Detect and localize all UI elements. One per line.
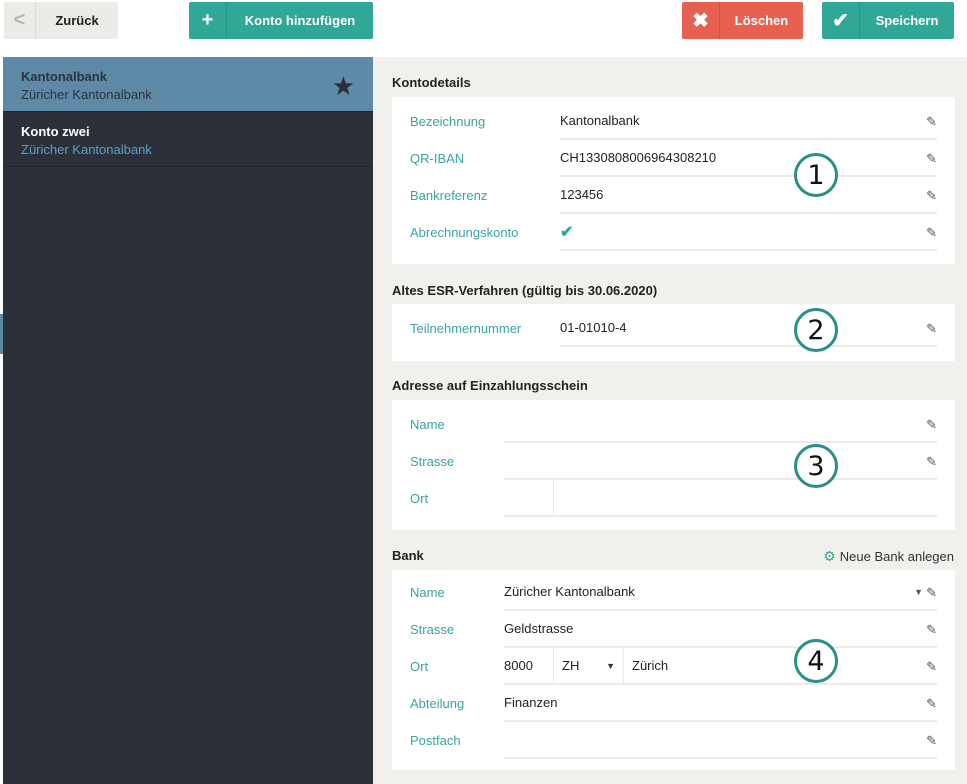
- checkmark-icon: ✔: [822, 2, 860, 39]
- bank-canton-select[interactable]: ZH ▼: [554, 648, 624, 685]
- pencil-icon[interactable]: ✎: [926, 696, 937, 712]
- pencil-icon[interactable]: ✎: [926, 417, 937, 433]
- bankreferenz-field[interactable]: 123456: [560, 177, 937, 214]
- account-name: Konto zwei: [21, 124, 90, 139]
- account-sidebar: Kantonalbank Züricher Kantonalbank ★ Kon…: [3, 57, 373, 784]
- save-button-label: Speichern: [875, 13, 939, 28]
- field-label: Teilnehmernummer: [410, 321, 522, 336]
- account-bank: Züricher Kantonalbank: [21, 142, 152, 157]
- panel-esr: Teilnehmernummer 01-01010-4 ✎: [392, 304, 955, 361]
- address-plz-field[interactable]: [504, 480, 554, 517]
- account-name: Kantonalbank: [21, 69, 107, 84]
- field-row-address-strasse: Strasse ✎: [410, 443, 937, 480]
- field-row-bank-abteilung: Abteilung Finanzen ✎: [410, 685, 937, 722]
- caret-down-icon: ▼: [606, 660, 615, 671]
- pencil-icon[interactable]: ✎: [926, 321, 937, 337]
- bank-name-select[interactable]: Züricher Kantonalbank: [504, 574, 937, 611]
- pencil-icon[interactable]: ✎: [926, 225, 937, 241]
- pencil-icon[interactable]: ✎: [926, 454, 937, 470]
- field-label: Strasse: [410, 622, 455, 637]
- field-label: Name: [410, 585, 445, 600]
- pencil-icon[interactable]: ✎: [926, 151, 937, 167]
- section-title-kontodetails: Kontodetails: [392, 75, 471, 90]
- sidebar-item-kantonalbank[interactable]: Kantonalbank Züricher Kantonalbank ★: [3, 57, 373, 112]
- pencil-icon[interactable]: ✎: [926, 188, 937, 204]
- add-account-label: Konto hinzufügen: [244, 13, 356, 28]
- field-row-abrechnungskonto: Abrechnungskonto ✔ ✎: [410, 214, 937, 251]
- field-label: Ort: [410, 491, 429, 506]
- callout-marker-2: 2: [794, 308, 838, 352]
- field-row-bank-name: Name Züricher Kantonalbank ▼ ✎: [410, 574, 937, 611]
- new-bank-label: Neue Bank anlegen: [839, 549, 954, 564]
- field-label: Name: [410, 417, 445, 432]
- field-label: Bezeichnung: [410, 114, 486, 129]
- back-button[interactable]: < Zurück: [4, 2, 118, 39]
- sidebar-edge-marker: [0, 314, 3, 354]
- checkmark-icon: ✔: [560, 223, 574, 241]
- pencil-icon[interactable]: ✎: [926, 622, 937, 638]
- star-icon[interactable]: ★: [332, 71, 355, 102]
- back-button-label: Zurück: [55, 13, 99, 28]
- pencil-icon[interactable]: ✎: [926, 585, 937, 601]
- field-label: Abteilung: [410, 696, 465, 711]
- section-title-adresse: Adresse auf Einzahlungsschein: [392, 378, 588, 393]
- account-bank: Züricher Kantonalbank: [21, 87, 152, 102]
- sidebar-item-konto-zwei[interactable]: Konto zwei Züricher Kantonalbank: [3, 112, 373, 167]
- pencil-icon[interactable]: ✎: [926, 659, 937, 675]
- address-name-field[interactable]: [504, 406, 937, 443]
- chevron-left-icon: <: [4, 2, 36, 39]
- field-label: Bankreferenz: [410, 188, 488, 203]
- field-row-bank-postfach: Postfach ✎: [410, 722, 937, 759]
- field-label: Abrechnungskonto: [410, 225, 519, 240]
- delete-button-label: Löschen: [734, 13, 789, 28]
- field-row-qr-iban: QR-IBAN CH1330808006964308210 ✎: [410, 140, 937, 177]
- bezeichnung-field[interactable]: Kantonalbank: [560, 103, 937, 140]
- plus-icon: +: [189, 2, 227, 39]
- field-row-address-name: Name ✎: [410, 406, 937, 443]
- bank-strasse-field[interactable]: Geldstrasse: [504, 611, 937, 648]
- field-row-address-ort: Ort: [410, 480, 937, 517]
- address-strasse-field[interactable]: [504, 443, 937, 480]
- abrechnungskonto-checkbox[interactable]: ✔: [560, 214, 937, 251]
- panel-adresse: Name ✎ Strasse ✎ Ort: [392, 400, 955, 530]
- panel-kontodetails: Bezeichnung Kantonalbank ✎ QR-IBAN CH133…: [392, 97, 955, 264]
- callout-marker-3: 3: [794, 444, 838, 488]
- gear-icon: ⚙: [823, 548, 836, 564]
- x-icon: ✖: [682, 2, 720, 39]
- bank-postfach-field[interactable]: [504, 722, 937, 759]
- main-content: Kontodetails Bezeichnung Kantonalbank ✎ …: [373, 57, 967, 784]
- field-row-bankreferenz: Bankreferenz 123456 ✎: [410, 177, 937, 214]
- field-label: Strasse: [410, 454, 455, 469]
- field-row-bank-ort: Ort 8000 ZH ▼ Zürich ✎: [410, 648, 937, 685]
- add-account-button[interactable]: + Konto hinzufügen: [189, 2, 373, 39]
- field-row-teilnehmernummer: Teilnehmernummer 01-01010-4 ✎: [410, 310, 937, 347]
- delete-button[interactable]: ✖ Löschen: [682, 2, 803, 39]
- bank-city-field[interactable]: Zürich: [624, 648, 937, 685]
- qr-iban-field[interactable]: CH1330808006964308210: [560, 140, 937, 177]
- pencil-icon[interactable]: ✎: [926, 733, 937, 749]
- field-label: QR-IBAN: [410, 151, 465, 166]
- address-ort-field[interactable]: [554, 480, 937, 517]
- toolbar: < Zurück + Konto hinzufügen ✖ Löschen ✔ …: [0, 0, 967, 57]
- bank-plz-field[interactable]: 8000: [504, 648, 554, 685]
- callout-marker-1: 1: [794, 153, 838, 197]
- new-bank-link[interactable]: ⚙ Neue Bank anlegen: [823, 548, 954, 565]
- pencil-icon[interactable]: ✎: [926, 114, 937, 130]
- callout-marker-4: 4: [794, 639, 838, 683]
- caret-down-icon[interactable]: ▼: [914, 587, 923, 597]
- canton-value: ZH: [562, 658, 580, 673]
- bank-abteilung-field[interactable]: Finanzen: [504, 685, 937, 722]
- field-label: Postfach: [410, 733, 461, 748]
- field-row-bezeichnung: Bezeichnung Kantonalbank ✎: [410, 103, 937, 140]
- save-button[interactable]: ✔ Speichern: [822, 2, 954, 39]
- section-title-esr: Altes ESR-Verfahren (gültig bis 30.06.20…: [392, 283, 658, 298]
- field-label: Ort: [410, 659, 429, 674]
- section-title-bank: Bank: [392, 548, 424, 563]
- teilnehmernummer-field[interactable]: 01-01010-4: [560, 310, 937, 347]
- field-row-bank-strasse: Strasse Geldstrasse ✎: [410, 611, 937, 648]
- panel-bank: Name Züricher Kantonalbank ▼ ✎ Strasse G…: [392, 570, 955, 770]
